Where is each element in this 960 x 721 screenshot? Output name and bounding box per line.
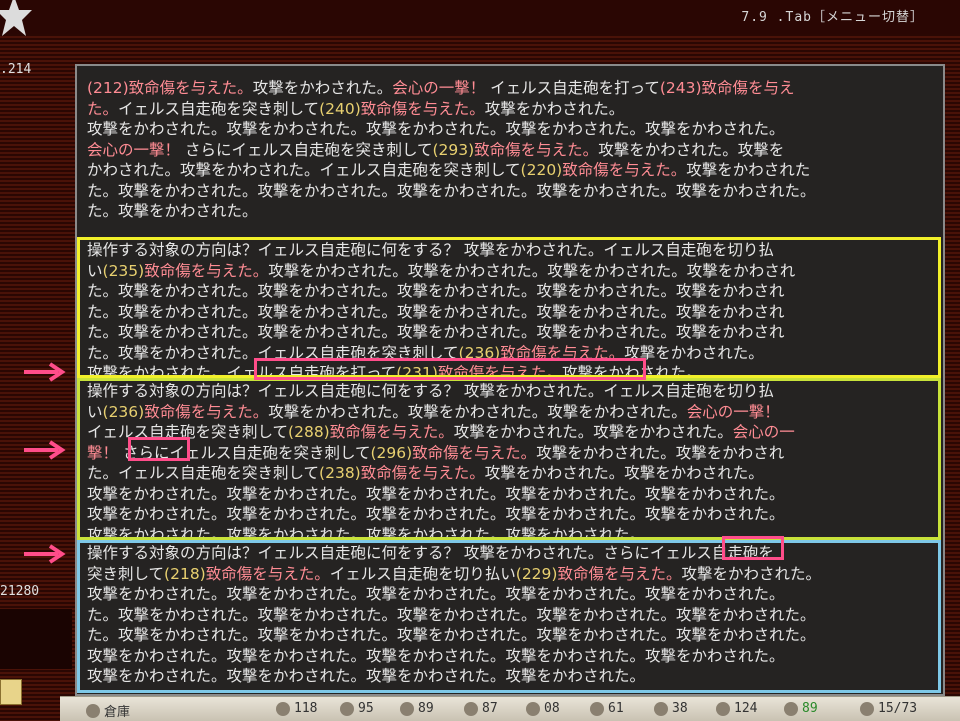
log-text: た。攻撃をかわされた。攻撃をかわされた。攻撃をかわされた。攻撃をかわされた。攻撃…	[87, 181, 816, 200]
damage-text: 致命傷を与えた。	[562, 161, 687, 179]
left-value-bottom: 21280	[0, 584, 40, 599]
log-text: 攻撃をかわされた。	[252, 79, 393, 97]
stat-icon	[654, 701, 668, 716]
log-text: かわされた。攻撃をかわされた。イェルス自走砲を突き刺して	[87, 161, 521, 179]
log-text: イェルス自走砲を突き刺して	[118, 99, 320, 118]
damage-number: (220)	[520, 161, 563, 179]
log-text: イェルス自走砲を打って	[485, 79, 660, 97]
status-stat: 89	[784, 701, 818, 716]
log-block-1: (212)致命傷を与えた。攻撃をかわされた。会心の一撃！ イェルス自走砲を打って…	[87, 78, 927, 222]
menu-hint: 7.9 .Tab［メニュー切替］	[741, 10, 924, 25]
pink-marker-box	[128, 437, 190, 461]
status-stat: 118	[276, 701, 317, 716]
arrow-right-icon	[24, 544, 66, 564]
log-text: 攻撃をかわされた	[686, 161, 811, 179]
turn-icon	[860, 701, 874, 716]
highlight-box-yellow	[77, 237, 941, 378]
status-stat: 89	[400, 701, 434, 716]
stat-icon	[784, 701, 798, 716]
damage-text: 致命傷を与えた。	[474, 140, 599, 159]
stat-icon	[590, 701, 604, 716]
stat-icon	[716, 701, 730, 716]
status-stat: 87	[464, 701, 498, 716]
highlight-box-cyan	[77, 540, 941, 693]
status-stat: 95	[340, 701, 374, 716]
damage-text: 会心の一撃！	[392, 79, 486, 97]
status-stat: 08	[526, 701, 560, 716]
pink-marker-box	[722, 536, 784, 560]
damage-text: 会心の一撃！	[87, 140, 181, 159]
status-storage[interactable]: 倉庫	[86, 701, 130, 720]
stat-icon	[400, 701, 414, 716]
log-text: た。攻撃をかわされた。	[87, 202, 258, 220]
log-line: (212)致命傷を与えた。攻撃をかわされた。会心の一撃！ イェルス自走砲を打って…	[87, 78, 927, 99]
left-value-top: .214	[0, 62, 32, 77]
top-bar: 7.9 .Tab［メニュー切替］	[0, 0, 960, 36]
pink-marker-box	[254, 358, 646, 380]
star-icon	[0, 0, 32, 36]
log-text: 攻撃をかわされた。	[484, 99, 625, 118]
left-button[interactable]	[0, 679, 22, 705]
status-turns: 15/73	[860, 701, 917, 716]
storage-icon	[86, 703, 100, 718]
status-stat: 61	[590, 701, 624, 716]
log-text: 攻撃をかわされた。攻撃をかわされた。攻撃をかわされた。攻撃をかわされた。攻撃をか…	[87, 120, 785, 138]
status-bar: 倉庫 118 95 89 87 08 61 38 124 89 15/73	[60, 696, 960, 721]
log-text: 攻撃をかわされた。攻撃を	[598, 140, 785, 159]
log-line: た。攻撃をかわされた。攻撃をかわされた。攻撃をかわされた。攻撃をかわされた。攻撃…	[87, 181, 927, 202]
stat-icon	[340, 701, 354, 716]
damage-text: (243)致命傷を与え	[659, 79, 795, 97]
log-line: た。攻撃をかわされた。	[87, 201, 927, 222]
highlight-box-green	[77, 378, 941, 540]
status-stat: 124	[716, 701, 757, 716]
arrow-right-icon	[24, 362, 66, 382]
stat-icon	[276, 701, 290, 716]
log-line: 攻撃をかわされた。攻撃をかわされた。攻撃をかわされた。攻撃をかわされた。攻撃をか…	[87, 119, 927, 140]
damage-text: 致命傷を与えた。	[360, 99, 485, 118]
left-dark-panel	[0, 609, 72, 669]
log-text: さらにイェルス自走砲を突き刺して	[180, 140, 433, 159]
status-stat: 38	[654, 701, 688, 716]
damage-text: (212)致命傷を与えた。	[87, 79, 253, 97]
damage-number: (293)	[432, 140, 475, 159]
stat-icon	[464, 701, 478, 716]
damage-text: た。	[87, 99, 119, 118]
log-line: 会心の一撃！ さらにイェルス自走砲を突き刺して(293)致命傷を与えた。攻撃をか…	[87, 140, 927, 161]
log-line: かわされた。攻撃をかわされた。イェルス自走砲を突き刺して(220)致命傷を与えた…	[87, 160, 927, 181]
stat-icon	[526, 701, 540, 716]
arrow-right-icon	[24, 440, 66, 460]
log-line: た。イェルス自走砲を突き刺して(240)致命傷を与えた。攻撃をかわされた。	[87, 99, 927, 120]
damage-number: (240)	[319, 99, 361, 118]
